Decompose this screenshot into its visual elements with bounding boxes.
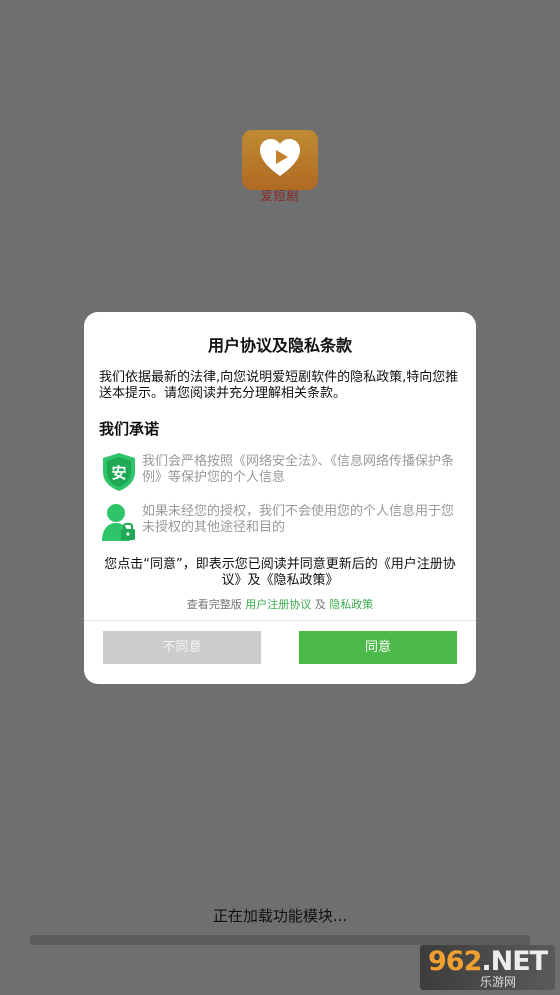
links-prefix: 查看完整版 — [186, 598, 242, 611]
promise-text: 如果未经您的授权，我们不会使用您的个人信息用于您未授权的其他途径和目的 — [142, 504, 455, 535]
svg-text:安: 安 — [111, 464, 126, 482]
privacy-policy-link[interactable]: 隐私政策 — [329, 598, 373, 611]
agree-button[interactable]: 同意 — [299, 631, 457, 664]
links-conjunction: 及 — [314, 598, 326, 611]
loading-progress-bar — [30, 935, 530, 945]
full-version-links: 查看完整版 用户注册协议 及 隐私政策 — [84, 596, 476, 612]
shield-an-icon: 安 — [103, 453, 135, 491]
consent-statement: 您点击“同意”，即表示您已阅读并同意更新后的《用户注册协议》及《隐私政策》 — [104, 557, 456, 588]
user-agreement-link[interactable]: 用户注册协议 — [245, 598, 311, 611]
loading-status: 正在加载功能模块... — [212, 907, 348, 925]
disagree-button[interactable]: 不同意 — [103, 631, 261, 664]
promise-heading: 我们承诺 — [99, 420, 160, 438]
heart-play-icon — [260, 139, 300, 176]
app-logo-label: 爱短剧 — [260, 189, 300, 203]
watermark-subtitle: 乐游网 — [480, 975, 517, 989]
dialog-title: 用户协议及隐私条款 — [207, 336, 352, 355]
site-watermark: 962.NET 乐游网 — [420, 945, 555, 990]
privacy-dialog: 用户协议及隐私条款 我们依据最新的法律,向您说明爱短剧软件的隐私政策,特向您推送… — [84, 312, 476, 684]
dialog-divider — [84, 620, 476, 621]
dialog-intro-text: 我们依据最新的法律,向您说明爱短剧软件的隐私政策,特向您推送本提示。请您阅读并充… — [99, 370, 459, 401]
user-lock-icon — [102, 504, 135, 541]
promise-item-authorization: 如果未经您的授权，我们不会使用您的个人信息用于您未授权的其他途径和目的 — [99, 502, 463, 544]
app-logo: 爱短剧 — [242, 130, 318, 204]
promise-text: 我们会严格按照《网络安全法》、《信息网络传播保护条例》等保护您的个人信息 — [142, 454, 455, 485]
promise-item-security-law: 安 我们会严格按照《网络安全法》、《信息网络传播保护条例》等保护您的个人信息 — [99, 452, 463, 494]
